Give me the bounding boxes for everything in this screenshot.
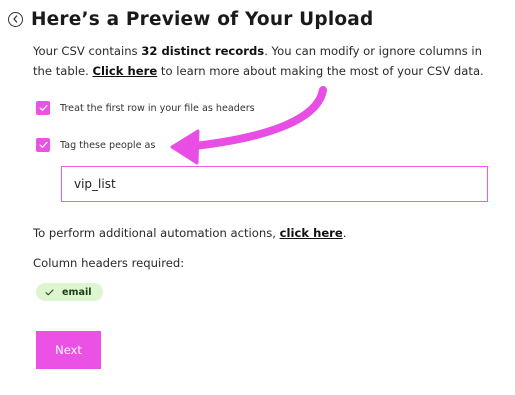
tag-people-checkbox[interactable]	[36, 138, 50, 152]
tag-people-label: Tag these people as	[60, 139, 156, 151]
tag-name-input[interactable]	[61, 166, 488, 202]
description-suffix: to learn more about making the most of y…	[157, 64, 484, 78]
header: Here’s a Preview of Your Upload	[8, 6, 373, 32]
description-prefix: Your CSV contains	[33, 44, 142, 58]
check-icon	[45, 288, 54, 296]
first-row-header-label: Treat the first row in your file as head…	[60, 102, 255, 114]
tag-people-option: Tag these people as	[36, 138, 155, 152]
required-columns-label: Column headers required:	[33, 256, 185, 270]
automation-text: To perform additional automation actions…	[33, 226, 346, 240]
automation-link[interactable]: click here	[280, 226, 343, 240]
record-count: 32 distinct records	[141, 44, 265, 58]
automation-suffix: .	[342, 226, 347, 240]
chevron-left-icon	[13, 15, 18, 23]
learn-more-link[interactable]: Click here	[92, 64, 157, 78]
first-row-header-checkbox[interactable]	[36, 101, 50, 115]
automation-prefix: To perform additional automation actions…	[33, 226, 280, 240]
required-column-pill: email	[36, 283, 103, 301]
first-row-header-option: Treat the first row in your file as head…	[36, 101, 255, 115]
required-column-name: email	[62, 286, 92, 298]
back-button[interactable]	[8, 11, 23, 27]
upload-preview-page: Here’s a Preview of Your Upload Your CSV…	[0, 0, 515, 395]
next-button[interactable]: Next	[36, 331, 101, 369]
description: Your CSV contains 32 distinct records. Y…	[33, 41, 503, 81]
checkmark-icon	[39, 141, 47, 148]
checkmark-icon	[39, 104, 47, 111]
page-title: Here’s a Preview of Your Upload	[31, 8, 374, 30]
